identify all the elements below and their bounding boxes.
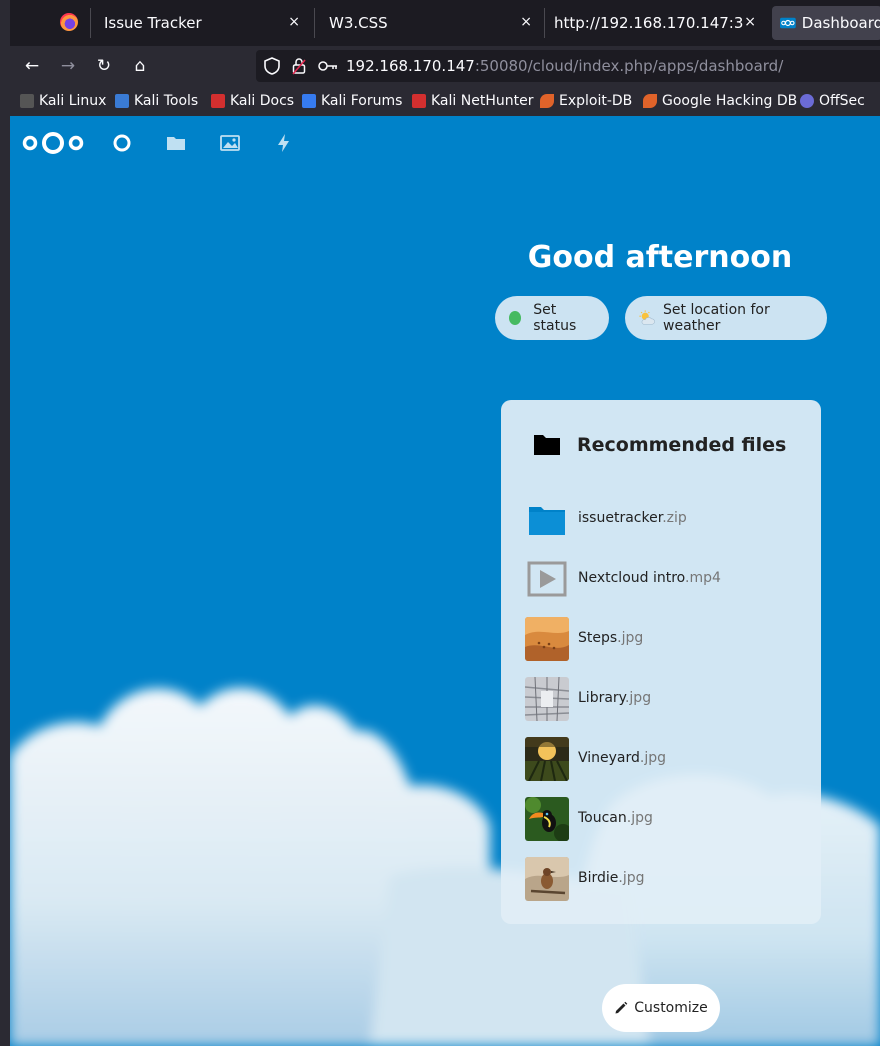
tab-url-30455[interactable]: http://192.168.170.147:30455 × (546, 0, 768, 46)
weather-sun-cloud-icon (639, 310, 655, 325)
activity-lightning-icon[interactable] (273, 132, 295, 154)
bookmark-offsec[interactable]: OffSec (800, 92, 865, 110)
pencil-icon (615, 1001, 628, 1014)
file-item-toucan[interactable]: Toucan.jpg (525, 797, 805, 841)
kali-forums-icon (302, 94, 316, 108)
bookmarks-toolbar: Kali Linux Kali Tools Kali Docs Kali For… (10, 86, 880, 116)
file-item-vineyard[interactable]: Vineyard.jpg (525, 737, 805, 781)
zip-folder-icon (529, 507, 565, 535)
firefox-icon[interactable] (60, 13, 78, 31)
customize-label: Customize (634, 1000, 708, 1016)
greeting-heading: Good afternoon (527, 240, 793, 275)
tab-label: http://192.168.170.147:30455 (554, 14, 744, 32)
kali-docs-icon (211, 94, 225, 108)
file-name: Nextcloud intro.mp4 (578, 570, 721, 586)
file-name: Toucan.jpg (578, 810, 653, 826)
file-item-steps[interactable]: Steps.jpg (525, 617, 805, 661)
reload-icon[interactable]: ↻ (92, 54, 116, 78)
files-app-icon[interactable] (165, 132, 187, 154)
file-item-birdie[interactable]: Birdie.jpg (525, 857, 805, 901)
set-status-label: Set status (533, 302, 577, 334)
key-icon[interactable] (318, 59, 338, 73)
url-text[interactable]: 192.168.170.147:50080/cloud/index.php/ap… (346, 57, 783, 75)
birdie-thumbnail (525, 857, 569, 901)
close-icon[interactable]: × (520, 14, 532, 30)
file-name: Steps.jpg (578, 630, 644, 646)
customize-button[interactable]: Customize (602, 984, 720, 1032)
set-weather-label: Set location for weather (663, 302, 770, 334)
file-name: Birdie.jpg (578, 870, 645, 886)
url-bar[interactable]: 192.168.170.147:50080/cloud/index.php/ap… (256, 50, 880, 82)
nextcloud-logo[interactable] (22, 130, 84, 156)
photos-app-icon[interactable] (219, 132, 241, 154)
library-thumbnail (525, 677, 569, 721)
steps-thumbnail (525, 617, 569, 661)
dashboard-page: Good afternoon Set status Set location f… (10, 116, 880, 1046)
bookmark-kali-forums[interactable]: Kali Forums (302, 92, 402, 110)
bookmark-google-hacking-db[interactable]: Google Hacking DB (643, 92, 797, 110)
kali-dragon-icon (20, 94, 34, 108)
exploit-db-icon (540, 94, 554, 108)
insecure-lock-icon[interactable] (292, 57, 306, 75)
background-window-edge (0, 0, 10, 1046)
home-icon[interactable]: ⌂ (128, 54, 152, 78)
folder-icon (534, 435, 560, 455)
set-status-button[interactable]: Set status (495, 296, 609, 340)
recommended-files-widget: Recommended files issuetracker.zip Nextc… (501, 400, 821, 924)
vineyard-thumbnail (525, 737, 569, 781)
file-item-nextcloud-intro[interactable]: Nextcloud intro.mp4 (525, 557, 805, 601)
close-icon[interactable]: × (744, 14, 756, 30)
nextcloud-header (10, 116, 880, 168)
bookmark-kali-nethunter[interactable]: Kali NetHunter (412, 92, 533, 110)
widget-title: Recommended files (577, 434, 787, 456)
tab-issue-tracker[interactable]: Issue Tracker × (92, 0, 312, 46)
toucan-thumbnail (525, 797, 569, 841)
bookmark-kali-tools[interactable]: Kali Tools (115, 92, 198, 110)
tab-label: Dashboard - (801, 14, 880, 32)
video-icon (527, 561, 567, 597)
file-name: Vineyard.jpg (578, 750, 667, 766)
dashboard-app-icon[interactable] (111, 132, 133, 154)
bookmark-kali-linux[interactable]: Kali Linux (20, 92, 106, 110)
close-icon[interactable]: × (288, 14, 300, 30)
file-name: Library.jpg (578, 690, 652, 706)
kali-nethunter-icon (412, 94, 426, 108)
tab-label: Issue Tracker (104, 14, 202, 32)
kali-tools-icon (115, 94, 129, 108)
tab-bar: Issue Tracker × W3.CSS × http://192.168.… (10, 0, 880, 46)
tab-w3css[interactable]: W3.CSS × (316, 0, 544, 46)
file-item-issuetracker[interactable]: issuetracker.zip (525, 497, 805, 541)
navigation-toolbar: ← → ↻ ⌂ 192.168.170.147:50080/cloud/inde… (10, 46, 880, 86)
tab-dashboard[interactable]: Dashboard - (772, 6, 880, 40)
nextcloud-favicon-icon (780, 17, 796, 29)
tab-label: W3.CSS (329, 14, 388, 32)
bookmark-kali-docs[interactable]: Kali Docs (211, 92, 294, 110)
bookmark-exploit-db[interactable]: Exploit-DB (540, 92, 632, 110)
shield-icon[interactable] (264, 57, 280, 75)
ghdb-icon (643, 94, 657, 108)
set-weather-button[interactable]: Set location for weather (625, 296, 827, 340)
online-status-icon (509, 311, 522, 325)
file-name: issuetracker.zip (578, 510, 687, 526)
forward-arrow-icon[interactable]: → (56, 54, 80, 78)
file-item-library[interactable]: Library.jpg (525, 677, 805, 721)
browser-window: Issue Tracker × W3.CSS × http://192.168.… (0, 0, 880, 1046)
back-arrow-icon[interactable]: ← (20, 54, 44, 78)
offsec-icon (800, 94, 814, 108)
